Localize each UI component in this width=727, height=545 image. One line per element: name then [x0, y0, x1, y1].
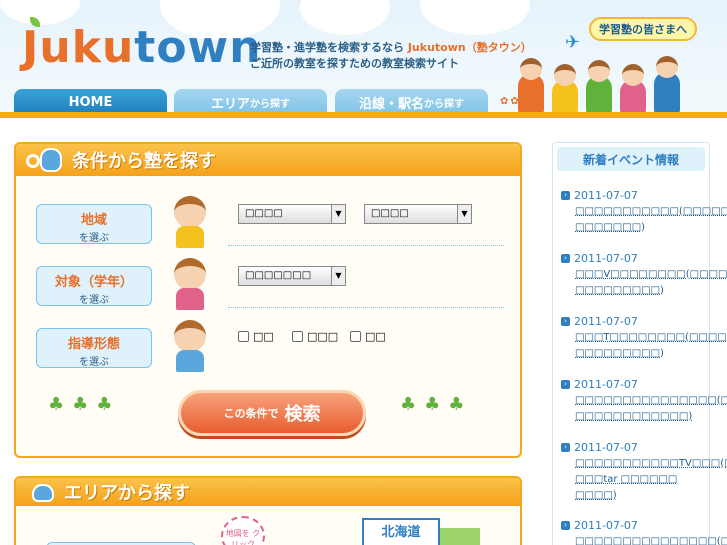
grade-label-main: 対象（学年）	[54, 275, 133, 290]
grade-label: 対象（学年） を選ぶ	[36, 266, 152, 306]
checkbox[interactable]	[350, 331, 361, 342]
checkbox-label: □□□	[307, 330, 339, 343]
dotted-divider	[228, 245, 504, 246]
logo-text-accent: town	[134, 22, 262, 73]
region-select-1-value: □□□□	[245, 208, 283, 219]
for-juku-button[interactable]: 学習塾の皆さまへ	[589, 17, 697, 41]
grade-select[interactable]: □□□□□□□ ▼	[238, 266, 346, 286]
style-checkbox-3[interactable]: □□	[350, 330, 386, 343]
logo-text-main: Juku	[22, 22, 135, 73]
condition-search-panel: 条件から塾を探す 地域 を選ぶ □□□□ ▼ □□□□ ▼ 対象（学年） を選ぶ…	[14, 142, 522, 458]
arrow-bullet-icon: ›	[561, 191, 570, 200]
kid-avatar	[170, 258, 210, 312]
style-label-main: 指導形態	[67, 337, 120, 352]
bird-icon: ✈	[565, 32, 581, 53]
tab-home-label: HOME	[68, 94, 113, 110]
click-map-stamp: 地図を クリック	[221, 516, 265, 545]
arrow-bullet-icon: ›	[561, 254, 570, 263]
tab-line-sublabel: から探す	[424, 98, 464, 110]
region-select-1[interactable]: □□□□ ▼	[238, 204, 346, 224]
style-checkbox-1[interactable]: □□	[238, 330, 274, 343]
cat-icon	[32, 484, 54, 502]
sprout-decoration: ♣♣♣	[48, 394, 121, 415]
cloud-decoration	[300, 0, 390, 35]
event-date: 2011-07-07	[574, 378, 638, 391]
panel-title: 条件から塾を探す	[72, 151, 216, 172]
checkbox[interactable]	[292, 331, 303, 342]
panel-header: 条件から塾を探す	[16, 144, 520, 176]
arrow-bullet-icon: ›	[561, 521, 570, 530]
area-panel-title: エリアから探す	[64, 483, 190, 504]
region-select-2-value: □□□□	[371, 208, 409, 219]
region-select-2[interactable]: □□□□ ▼	[364, 204, 472, 224]
event-link[interactable]: □□□□□□□□□□□□□□□(□	[575, 534, 727, 545]
style-label: 指導形態 を選ぶ	[36, 328, 152, 368]
arrow-bullet-icon: ›	[561, 317, 570, 326]
site-header: Jukutown 学習塾・進学塾を検索するなら Jukutown（塾タウン） ご…	[0, 0, 727, 118]
event-date: 2011-07-07	[574, 252, 638, 265]
event-item[interactable]: › 2011-07-07 □□□V□□□□□□□□(□□□□ □□□□□□□□□)	[561, 252, 727, 299]
tab-area-sublabel: から探す	[250, 98, 290, 110]
kid-avatar	[170, 320, 210, 374]
kid-avatar	[170, 196, 210, 250]
region-label: 地域 を選ぶ	[36, 204, 152, 244]
region-hokkaido-link[interactable]: 北海道	[362, 518, 440, 545]
style-label-sub: を選ぶ	[79, 357, 109, 368]
sprout-decoration: ♣♣♣	[400, 394, 473, 415]
event-item[interactable]: › 2011-07-07 □□□□□□□□□□□□□□□(□	[561, 519, 727, 545]
arrow-bullet-icon: ›	[561, 443, 570, 452]
event-link[interactable]: □□□V□□□□□□□□(□□□□ □□□□□□□□□)	[575, 267, 727, 299]
tab-line-label: 沿線・駅名	[358, 96, 424, 112]
panel-header: エリアから探す	[16, 478, 520, 506]
style-checkbox-2[interactable]: □□□	[292, 330, 338, 343]
search-button-label: 検索	[284, 404, 321, 425]
sidebar-title: 新着イベント情報	[557, 147, 705, 171]
rabbit-search-icon	[24, 146, 68, 174]
checkbox[interactable]	[238, 331, 249, 342]
checkbox-label: □□	[365, 330, 386, 343]
tab-area-label: エリア	[210, 96, 250, 112]
event-link[interactable]: □□□T□□□□□□□□(□□□□ □□□□□□□□□)	[575, 330, 727, 362]
region-label-sub: を選ぶ	[79, 233, 109, 244]
event-item[interactable]: › 2011-07-07 □□□T□□□□□□□□(□□□□ □□□□□□□□□)	[561, 315, 727, 362]
grade-row: 対象（学年） を選ぶ □□□□□□□ ▼	[36, 258, 504, 316]
event-link[interactable]: □□□□□□□□□□□TV□□□(□ □□□tar □□□□□□ □□□□)	[575, 456, 727, 504]
cloud-decoration	[420, 0, 530, 35]
news-sidebar: 新着イベント情報 › 2011-07-07 □□□□□□□□□□□(□□□□□□ …	[552, 142, 727, 545]
event-link[interactable]: □□□□□□□□□□□(□□□□□□ □□□□□□□)	[575, 204, 727, 236]
grade-label-sub: を選ぶ	[79, 295, 109, 306]
search-button-sublabel: この条件で	[223, 407, 279, 420]
map-region-shape[interactable]	[440, 528, 480, 545]
nav-underline-bar	[0, 112, 727, 118]
event-date: 2011-07-07	[574, 315, 638, 328]
region-row: 地域 を選ぶ □□□□ ▼ □□□□ ▼	[36, 196, 504, 254]
event-date: 2011-07-07	[574, 441, 638, 454]
area-search-panel: エリアから探す 地図を クリック 北海道	[14, 476, 522, 545]
event-date: 2011-07-07	[574, 189, 638, 202]
event-date: 2011-07-07	[574, 519, 638, 532]
event-link[interactable]: □□□□□□□□□□□□□□□(□□ □□□□□□□□□□□□)	[575, 393, 727, 425]
grade-select-value: □□□□□□□	[245, 270, 312, 281]
style-row: 指導形態 を選ぶ □□ □□□ □□	[36, 320, 504, 378]
site-logo[interactable]: Jukutown	[22, 22, 262, 73]
chevron-down-icon: ▼	[331, 205, 345, 223]
checkbox-label: □□	[253, 330, 274, 343]
tagline: 学習塾・進学塾を検索するなら Jukutown（塾タウン）	[250, 40, 532, 55]
event-item[interactable]: › 2011-07-07 □□□□□□□□□□□(□□□□□□ □□□□□□□)	[561, 189, 727, 236]
tagline-subtext: ご近所の教室を探すための教室検索サイト	[250, 57, 459, 70]
arrow-bullet-icon: ›	[561, 380, 570, 389]
chevron-down-icon: ▼	[457, 205, 471, 223]
chevron-down-icon: ▼	[331, 267, 345, 285]
event-item[interactable]: › 2011-07-07 □□□□□□□□□□□□□□□(□□ □□□□□□□□□…	[561, 378, 727, 425]
tagline-text: 学習塾・進学塾を検索するなら	[250, 41, 408, 54]
search-button[interactable]: この条件で 検索	[178, 390, 366, 436]
dotted-divider	[228, 307, 504, 308]
region-label-main: 地域	[80, 213, 107, 228]
event-item[interactable]: › 2011-07-07 □□□□□□□□□□□TV□□□(□ □□□tar □□…	[561, 441, 727, 504]
